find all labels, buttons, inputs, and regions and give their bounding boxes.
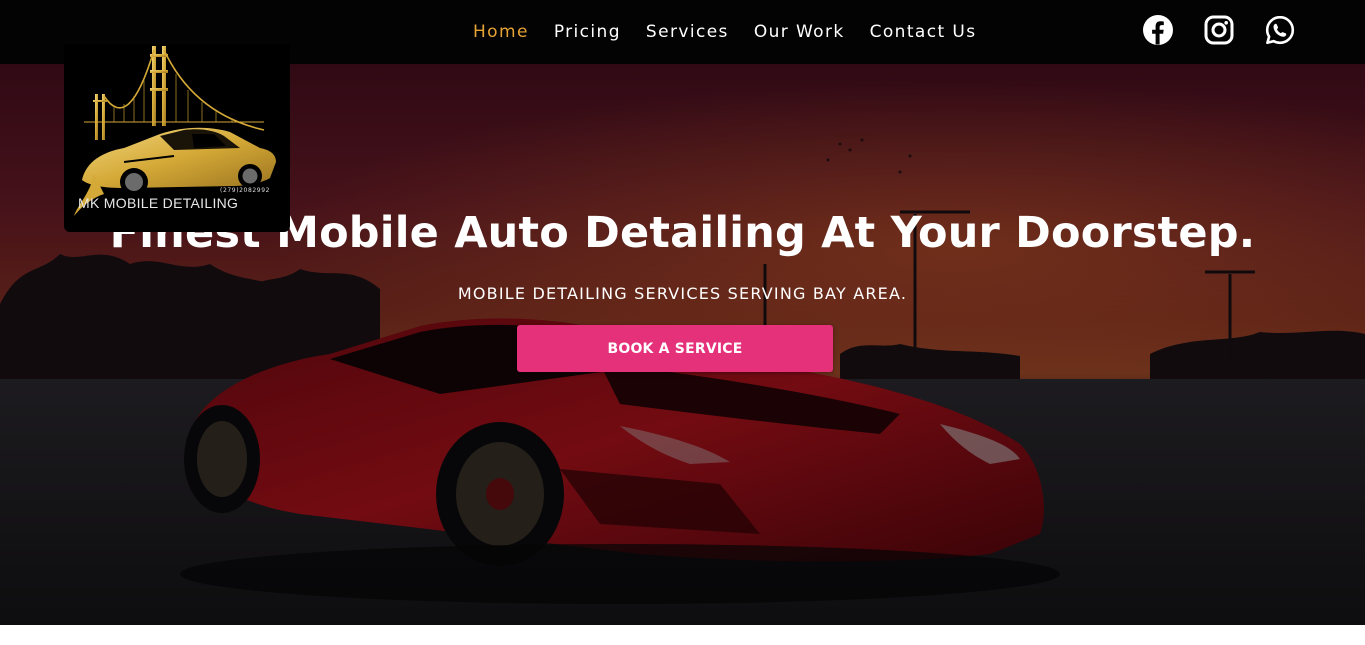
nav-services-link[interactable]: Services — [646, 20, 729, 44]
hero-subheadline: MOBILE DETAILING SERVICES SERVING BAY AR… — [457, 284, 908, 303]
logo-phone: (279)2082992 — [220, 187, 271, 194]
brand-logo[interactable]: (279)2082992 MK MOBILE DETAILING — [64, 44, 290, 232]
social-links — [1142, 14, 1296, 46]
nav-home-link[interactable]: Home — [473, 20, 529, 44]
nav-contact-us-link[interactable]: Contact Us — [870, 20, 977, 44]
facebook-icon[interactable] — [1142, 14, 1174, 46]
main-nav: Home Pricing Services Our Work Contact U… — [473, 20, 1001, 44]
logo-name: MK MOBILE DETAILING — [78, 195, 239, 211]
book-a-service-button[interactable]: BOOK A SERVICE — [517, 325, 833, 372]
instagram-icon[interactable] — [1203, 14, 1235, 46]
whatsapp-icon[interactable] — [1264, 14, 1296, 46]
nav-our-work-link[interactable]: Our Work — [754, 20, 845, 44]
nav-pricing-link[interactable]: Pricing — [554, 20, 621, 44]
